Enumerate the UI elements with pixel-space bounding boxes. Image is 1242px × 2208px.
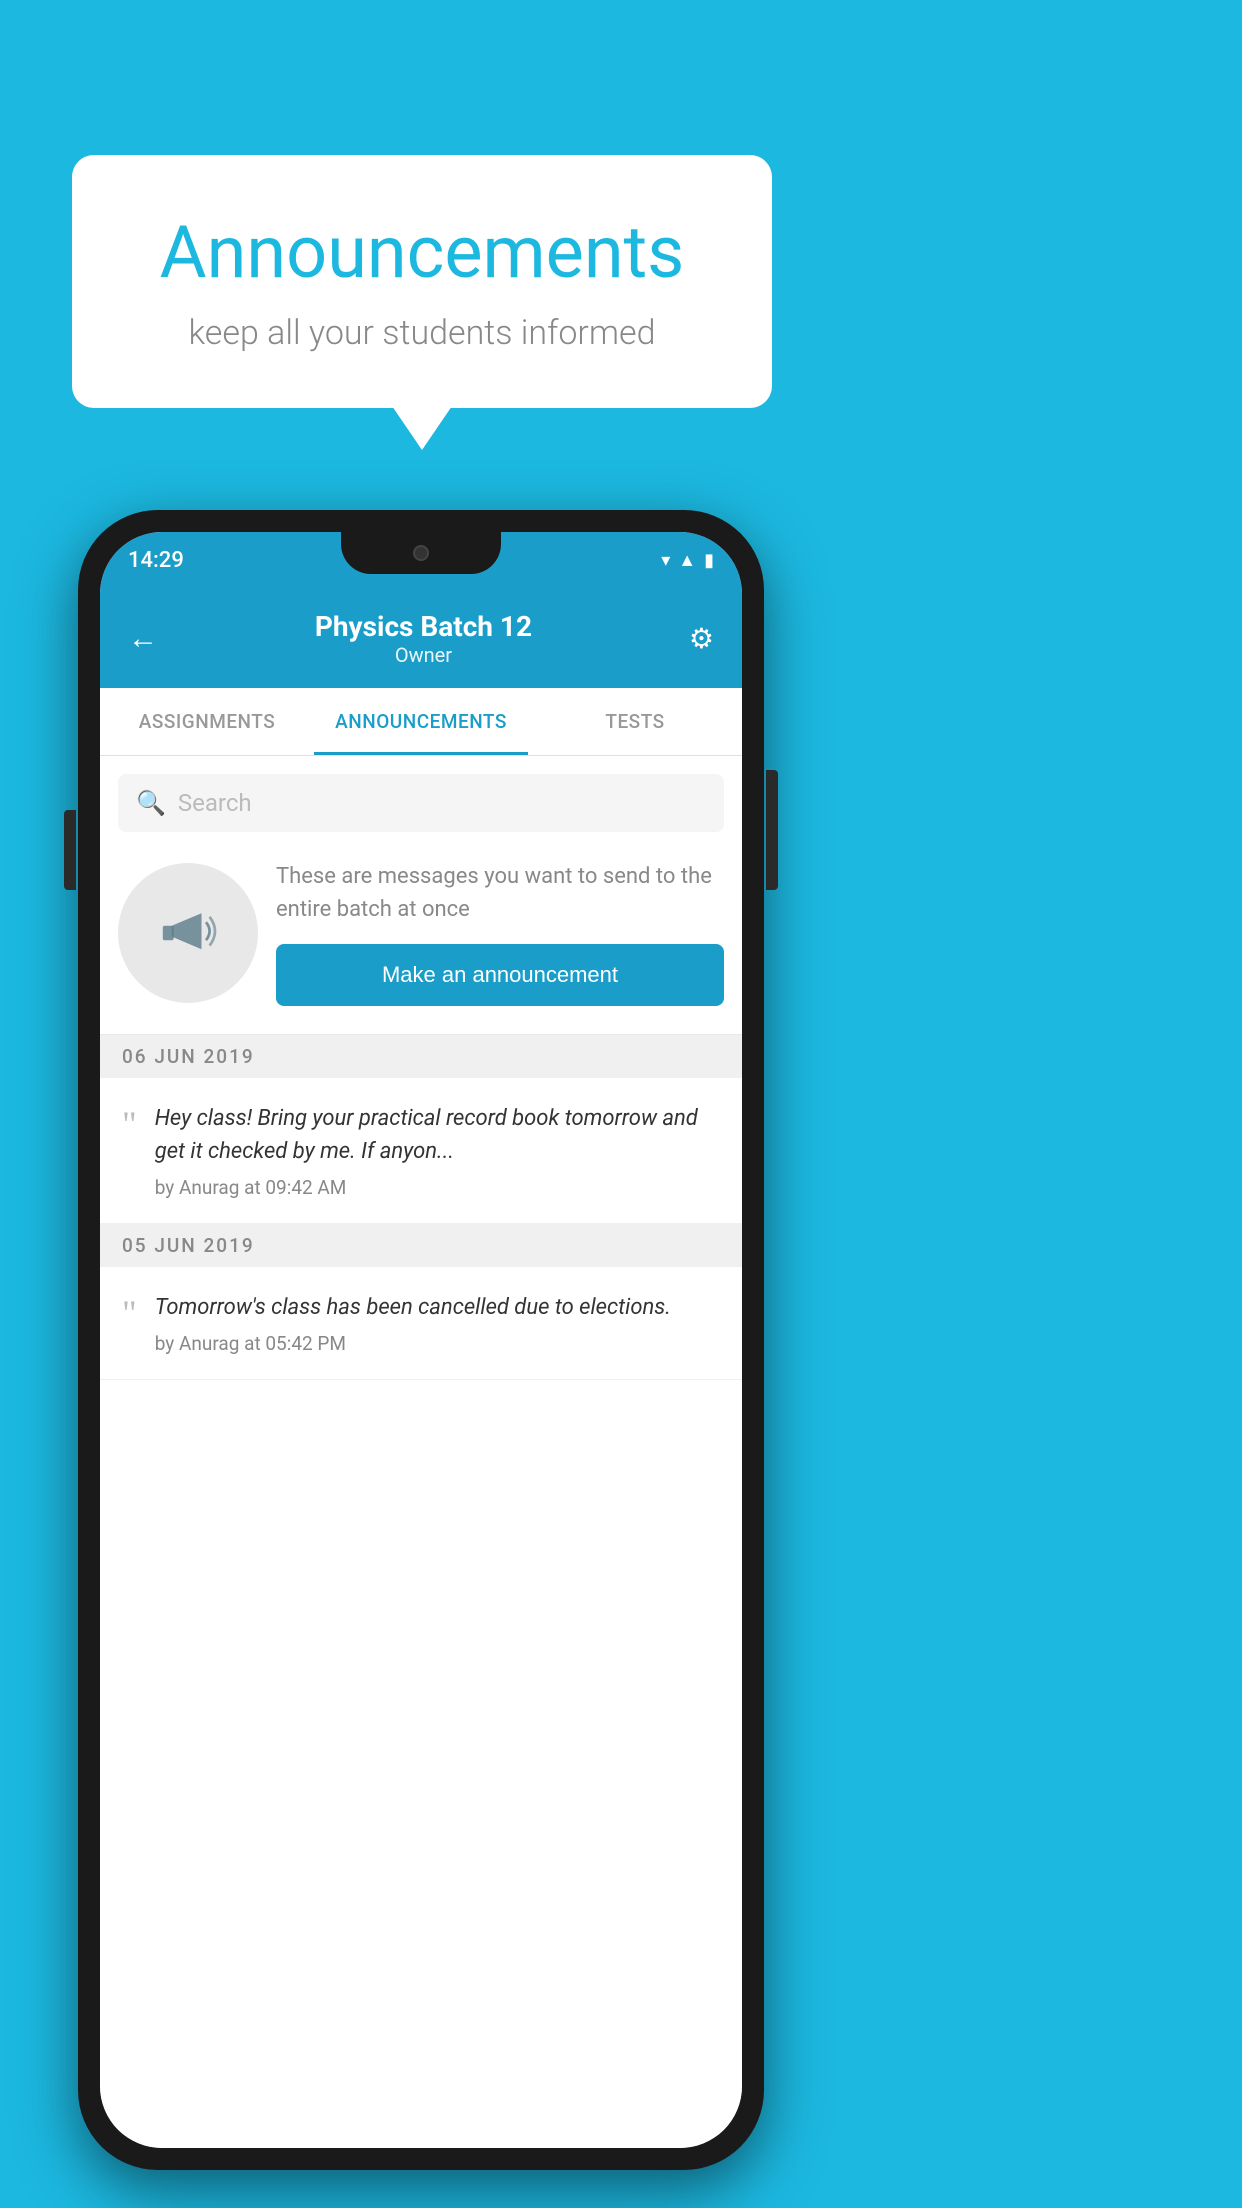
make-announcement-button[interactable]: Make an announcement	[276, 944, 724, 1006]
announcement-text-2: Tomorrow's class has been cancelled due …	[155, 1291, 720, 1324]
camera-dot	[413, 545, 429, 561]
speech-bubble-container: Announcements keep all your students inf…	[72, 155, 772, 408]
notch	[341, 532, 501, 574]
promo-icon-circle	[118, 863, 258, 1003]
bubble-title: Announcements	[132, 210, 712, 295]
announcement-content-2: Tomorrow's class has been cancelled due …	[155, 1291, 720, 1355]
back-button[interactable]: ←	[128, 621, 158, 656]
status-time: 14:29	[128, 548, 184, 573]
search-placeholder: Search	[178, 789, 252, 817]
content-area: 🔍 Search	[100, 756, 742, 2148]
promo-right: These are messages you want to send to t…	[276, 860, 724, 1006]
speech-bubble: Announcements keep all your students inf…	[72, 155, 772, 408]
announcement-item-1: " Hey class! Bring your practical record…	[100, 1078, 742, 1224]
tab-announcements[interactable]: ANNOUNCEMENTS	[314, 688, 528, 755]
megaphone-icon	[152, 897, 224, 969]
signal-icon: ▲	[678, 550, 696, 571]
header-subtitle: Owner	[315, 643, 532, 667]
quote-icon-1: "	[122, 1102, 137, 1142]
battery-icon: ▮	[704, 550, 714, 571]
date-separator-1: 06 JUN 2019	[100, 1035, 742, 1078]
promo-description: These are messages you want to send to t…	[276, 860, 724, 926]
phone-wrapper: 14:29 ▾ ▲ ▮ ← Physics Batch 12 Owner ⚙ A…	[78, 510, 764, 2170]
status-icons: ▾ ▲ ▮	[661, 550, 714, 571]
header-title: Physics Batch 12	[315, 610, 532, 643]
announcement-meta-1: by Anurag at 09:42 AM	[155, 1176, 720, 1199]
date-separator-2: 05 JUN 2019	[100, 1224, 742, 1267]
tabs-bar: ASSIGNMENTS ANNOUNCEMENTS TESTS	[100, 688, 742, 756]
tab-tests[interactable]: TESTS	[528, 688, 742, 755]
wifi-icon: ▾	[661, 550, 670, 571]
header-center: Physics Batch 12 Owner	[315, 610, 532, 667]
promo-section: These are messages you want to send to t…	[100, 832, 742, 1035]
announcement-meta-2: by Anurag at 05:42 PM	[155, 1332, 720, 1355]
announcement-text-1: Hey class! Bring your practical record b…	[155, 1102, 720, 1168]
settings-icon[interactable]: ⚙	[689, 622, 714, 655]
search-bar[interactable]: 🔍 Search	[118, 774, 724, 832]
phone-outer: 14:29 ▾ ▲ ▮ ← Physics Batch 12 Owner ⚙ A…	[78, 510, 764, 2170]
announcement-content-1: Hey class! Bring your practical record b…	[155, 1102, 720, 1199]
quote-icon-2: "	[122, 1291, 137, 1331]
phone-screen: 14:29 ▾ ▲ ▮ ← Physics Batch 12 Owner ⚙ A…	[100, 532, 742, 2148]
app-header: ← Physics Batch 12 Owner ⚙	[100, 588, 742, 688]
search-icon: 🔍	[136, 789, 166, 817]
announcement-item-2: " Tomorrow's class has been cancelled du…	[100, 1267, 742, 1380]
bubble-subtitle: keep all your students informed	[132, 313, 712, 353]
tab-assignments[interactable]: ASSIGNMENTS	[100, 688, 314, 755]
